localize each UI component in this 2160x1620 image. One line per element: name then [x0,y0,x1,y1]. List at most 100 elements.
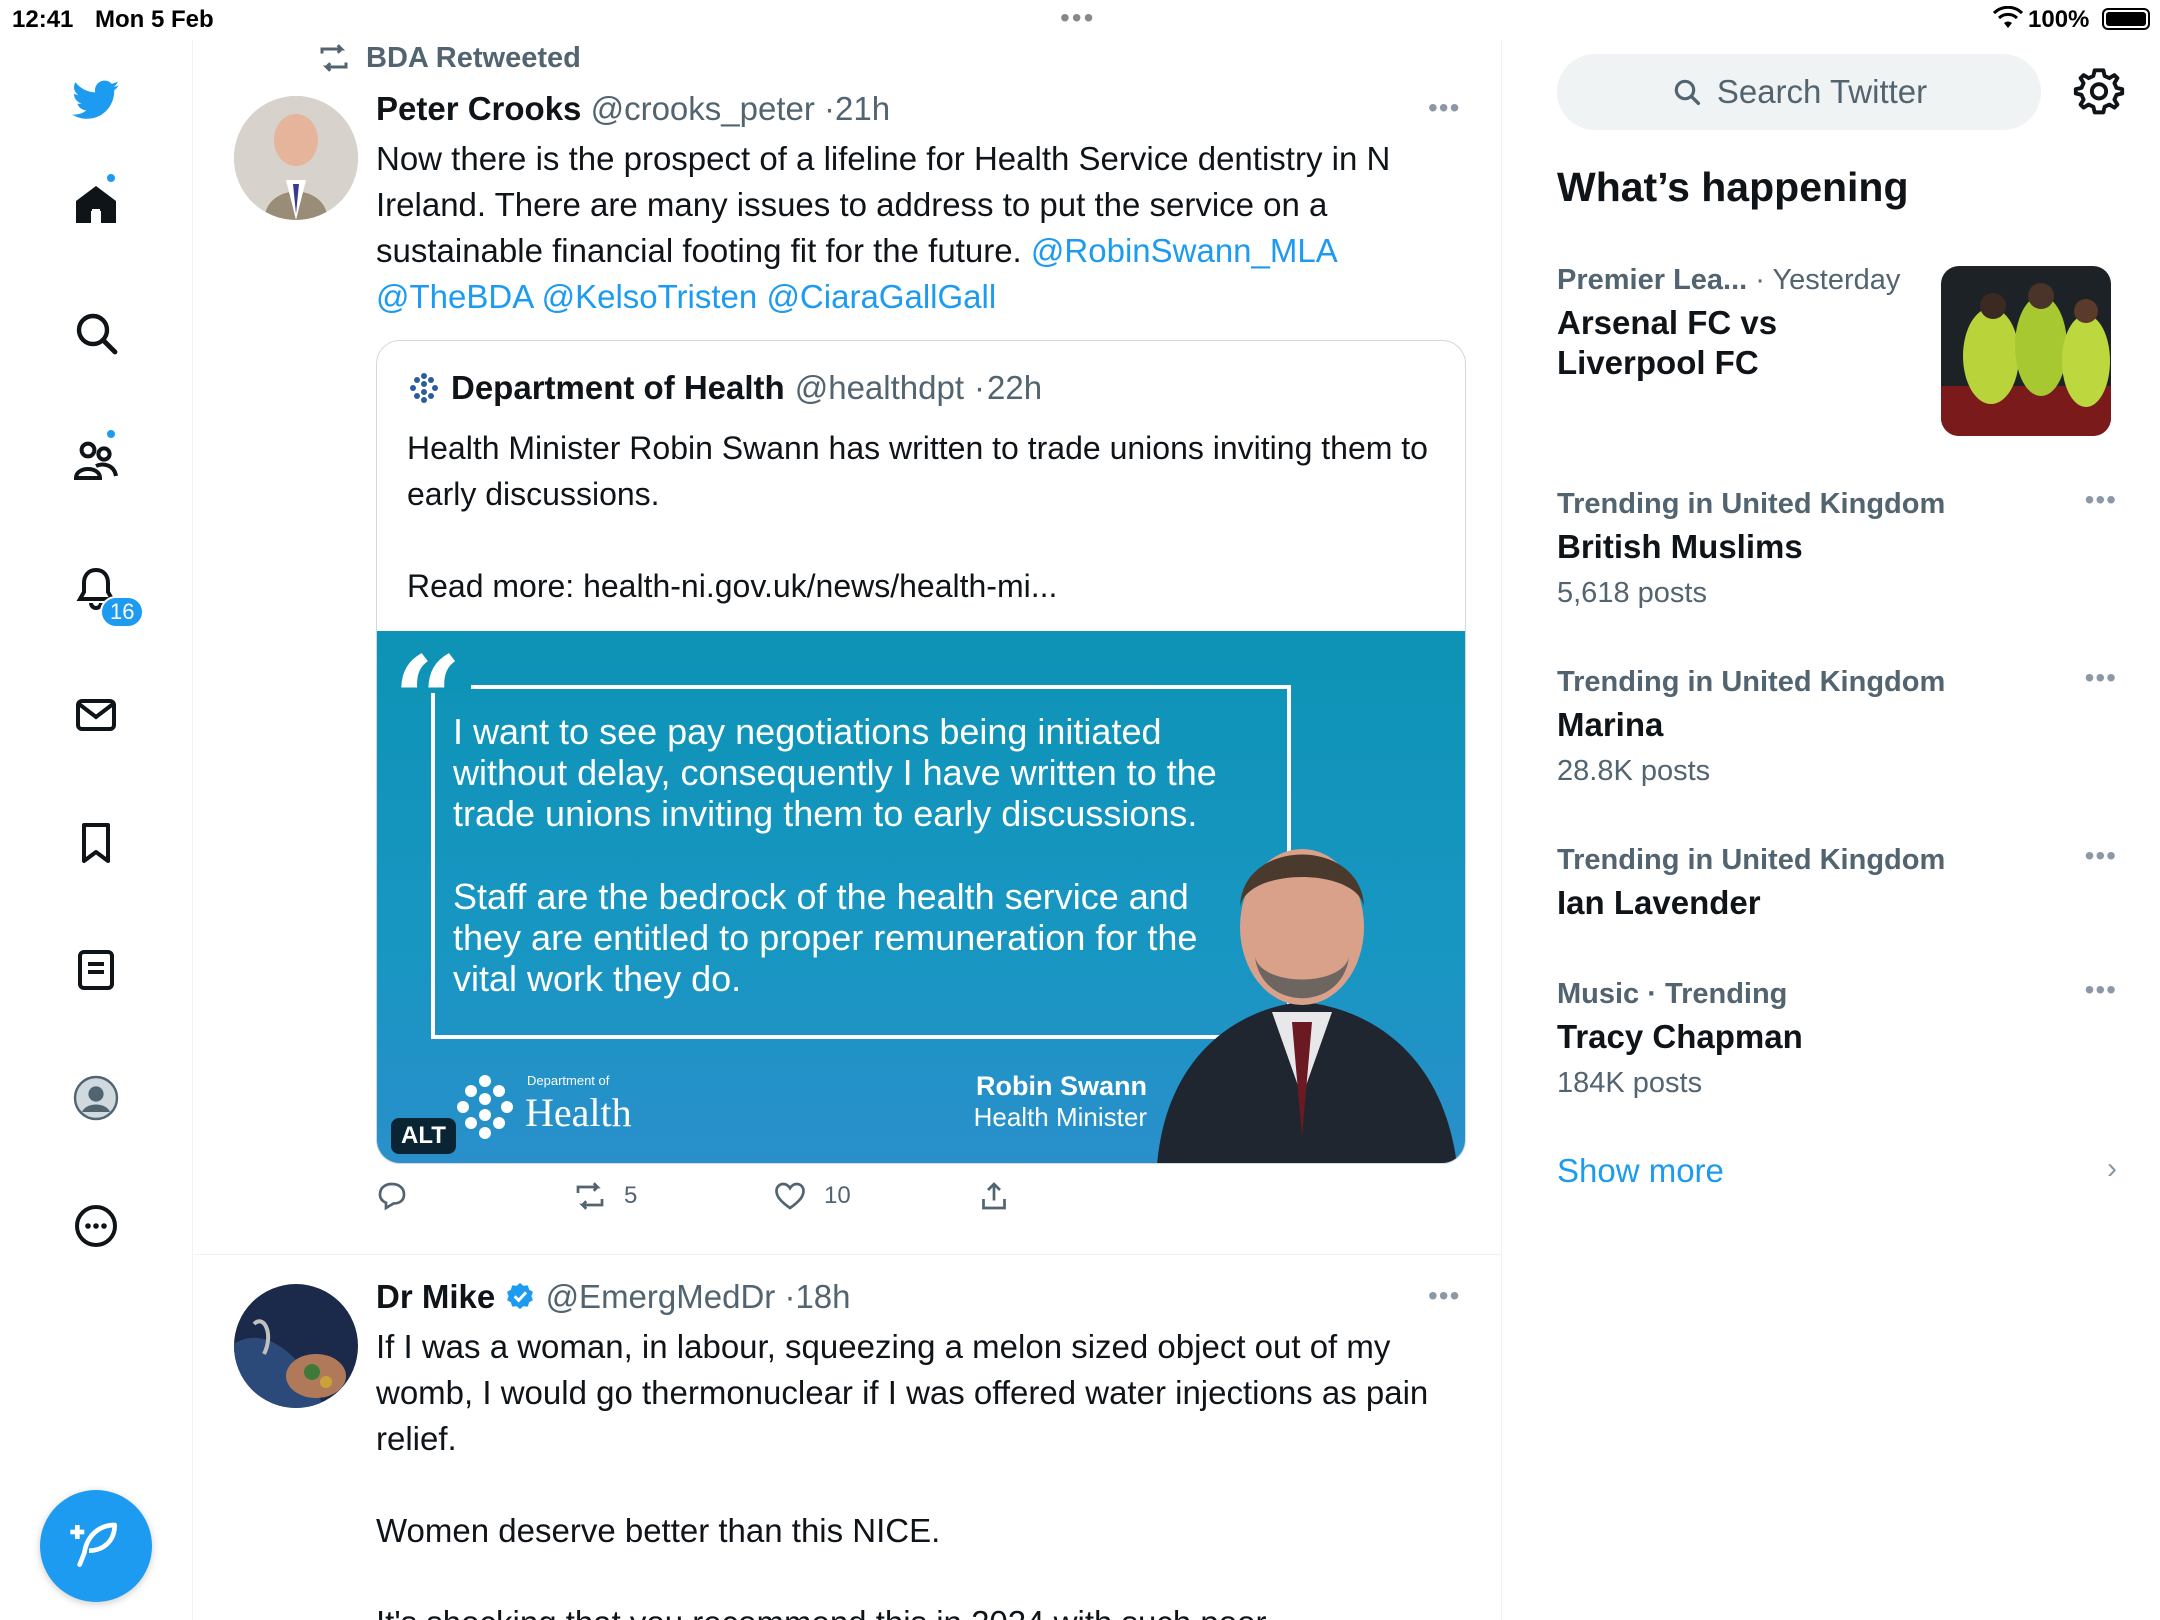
trend-topic: Ian Lavender [1557,884,1761,921]
search-icon [1674,79,1700,106]
trend-thumbnail[interactable] [1941,266,2111,436]
verified-badge-icon [507,1283,534,1309]
department-logo-icon [457,1075,513,1139]
tweet-actions: 5 10 [374,1178,1374,1228]
quoted-line-1: Health Minister Robin Swann has written … [407,430,1428,512]
trend-item[interactable]: Premier Lea... · Yesterday Arsenal FC vs… [1557,264,1927,383]
multitasking-dots-icon[interactable]: ••• [1060,2,1095,34]
trend-more-icon[interactable]: ••• [2085,662,2117,694]
mention-link[interactable]: @RobinSwann_MLA [1031,232,1336,269]
like-count: 10 [824,1182,851,1209]
trend-topic: Tracy Chapman [1557,1018,1803,1055]
minister-photo [1157,849,1457,1163]
lists-icon[interactable] [66,940,126,1000]
trend-item[interactable]: Trending in United Kingdom British Musli… [1557,484,2117,610]
retweet-icon [576,1182,604,1210]
author-handle[interactable]: @crooks_peter [591,90,815,127]
bookmarks-icon[interactable] [66,813,126,873]
quoted-author-name: Department of Health [451,369,785,406]
trend-more-icon[interactable]: ••• [2085,974,2117,1006]
quote-paragraph-1: I want to see pay negotiations being ini… [453,711,1217,834]
tweet-paragraph-3: It's shocking that you recommend this in… [376,1600,1456,1620]
quote-mark-icon: “ [393,631,463,771]
notification-count-badge: 16 [100,596,145,628]
department-logo: Department of Health [453,1071,645,1145]
search-placeholder: Search Twitter [1716,73,1928,110]
mention-link[interactable]: @CiaraGallGall [766,278,996,315]
messages-envelope-icon[interactable] [66,685,126,745]
search-bar[interactable]: Search Twitter [1557,54,2041,130]
timeline: BDA Retweeted Peter Crooks @crooks_peter… [194,40,1502,1620]
search-icon[interactable] [66,303,126,363]
mention-link[interactable]: @TheBDA [376,278,532,315]
quote-image-text: I want to see pay negotiations being ini… [453,711,1253,999]
retweet-button[interactable]: 5 [572,1178,637,1214]
trend-category: Trending in United Kingdom [1557,844,1946,876]
home-icon[interactable] [66,175,126,235]
trend-category: Trending in United Kingdom [1557,488,1946,520]
retweet-count: 5 [624,1182,638,1209]
author-name[interactable]: Dr Mike [376,1278,495,1315]
show-more-label: Show more [1557,1152,1724,1189]
left-nav: 16 [0,40,193,1620]
quoted-text: Health Minister Robin Swann has written … [407,425,1437,609]
trend-post-count: 184K posts [1557,1067,1703,1099]
right-sidebar: Search Twitter What’s happening Premier … [1503,40,2160,1620]
speaker-signature: Robin Swann Health Minister [917,1071,1147,1133]
like-button[interactable]: 10 [772,1178,851,1214]
trend-topic: Arsenal FC vs Liverpool FC [1557,304,1778,381]
compose-tweet-button[interactable] [40,1490,152,1602]
trend-topic: British Muslims [1557,528,1803,565]
speaker-name: Robin Swann [976,1071,1147,1101]
trend-more-icon[interactable]: ••• [2085,840,2117,872]
status-bar: 12:41 Mon 5 Feb ••• 100% [0,0,2160,40]
share-icon [982,1182,1006,1210]
trend-item[interactable]: Trending in United Kingdom Marina 28.8K … [1557,662,2117,788]
status-date: Mon 5 Feb [95,6,214,33]
tweet-time[interactable]: 18h [795,1278,850,1315]
trend-category: Music · Trending [1557,978,1788,1010]
trend-post-count: 28.8K posts [1557,755,1711,787]
trend-item[interactable]: Trending in United Kingdom Ian Lavender … [1557,840,2117,923]
avatar[interactable] [234,1284,358,1408]
quote-image[interactable]: “ I want to see pay negotiations being i… [377,631,1465,1163]
tweet-time-separator: · [784,1278,796,1315]
author-handle[interactable]: @EmergMedDr [546,1278,776,1315]
home-unread-dot [105,172,117,184]
retweet-context[interactable]: BDA Retweeted [316,40,581,76]
retweet-icon [320,44,348,72]
tweet-paragraph-2: Women deserve better than this NICE. [376,1512,941,1549]
quoted-line-2: Read more: health-ni.gov.uk/news/health-… [407,568,1058,604]
settings-gear-icon[interactable] [2073,66,2125,118]
battery-percent: 100% [2028,6,2090,33]
alt-text-badge[interactable]: ALT [391,1118,456,1154]
trend-item[interactable]: Music · Trending Tracy Chapman 184K post… [1557,974,2117,1100]
profile-avatar-icon[interactable] [66,1068,126,1128]
tweet-more-icon[interactable]: ••• [1428,1280,1460,1312]
share-button[interactable] [976,1178,1012,1214]
tweet-time[interactable]: 21h [835,90,890,127]
trend-more-icon[interactable]: ••• [2085,484,2117,516]
author-name[interactable]: Peter Crooks [376,90,581,127]
quoted-tweet[interactable]: Department of Health @healthdpt · 22h Hea… [376,340,1466,1164]
logo-health-text: Health [525,1090,632,1135]
communities-icon[interactable] [66,430,126,490]
trend-category: Premier Lea... [1557,264,1748,296]
avatar[interactable] [234,96,358,220]
quoted-time-separator: · [974,369,986,406]
wifi-icon [1992,5,2024,37]
twitter-logo-icon[interactable] [66,70,126,130]
reply-button[interactable] [374,1178,410,1214]
tweet-more-icon[interactable]: ••• [1428,92,1460,124]
quoted-time: 22h [987,369,1043,406]
show-more-link[interactable]: Show more › [1557,1152,2117,1190]
tweet-time-separator: · [824,90,836,127]
tweet-paragraph-1: If I was a woman, in labour, squeezing a… [376,1328,1429,1457]
tweet-text: If I was a woman, in labour, squeezing a… [376,1324,1456,1620]
trend-topic: Marina [1557,706,1664,743]
logo-dept-text: Department of [527,1073,610,1088]
tweet-divider [194,1254,1501,1255]
more-options-icon[interactable] [66,1196,126,1256]
mention-link[interactable]: @KelsoTristen [542,278,758,315]
chevron-right-icon: › [2107,1152,2117,1185]
